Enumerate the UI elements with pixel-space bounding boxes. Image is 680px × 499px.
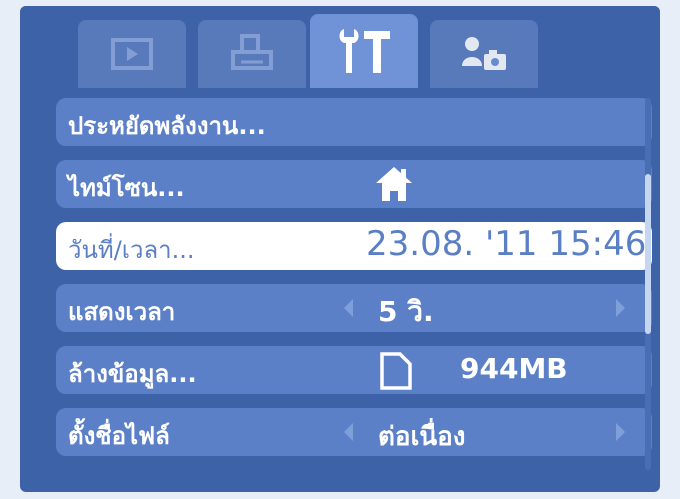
date-time-value: 23.08. '11 15:46 bbox=[366, 224, 647, 264]
playback-icon bbox=[110, 37, 154, 71]
menu-item-label: ไทม์โซน... bbox=[68, 174, 185, 202]
scrollbar-thumb[interactable] bbox=[645, 174, 651, 334]
memory-card-icon bbox=[378, 350, 414, 396]
menu-item-power-saving[interactable]: ประหยัดพลังงาน... bbox=[56, 98, 652, 146]
home-icon bbox=[374, 165, 414, 207]
menu-item-file-numbering[interactable]: ตั้งชื่อไฟล์ ต่อเนื่อง bbox=[56, 408, 652, 456]
menu-item-label: วันที่/เวลา... bbox=[68, 236, 195, 264]
camera-menu-screen: ประหยัดพลังงาน... ไทม์โซน... วันที่/เวลา… bbox=[20, 6, 660, 492]
menu-item-time-zone[interactable]: ไทม์โซน... bbox=[56, 160, 652, 208]
menu-item-label: ประหยัดพลังงาน... bbox=[68, 112, 266, 140]
menu-item-format[interactable]: ล้างข้อมูล... 944MB bbox=[56, 346, 652, 394]
card-capacity-value: 944MB bbox=[460, 352, 568, 385]
menu-item-label: ล้างข้อมูล... bbox=[68, 360, 197, 388]
arrow-left-icon[interactable] bbox=[344, 299, 353, 317]
menu-item-label: แสดงเวลา bbox=[68, 298, 176, 326]
menu-item-date-time[interactable]: วันที่/เวลา... 23.08. '11 15:46 bbox=[56, 222, 652, 270]
tab-playback[interactable] bbox=[78, 20, 186, 88]
my-camera-icon bbox=[459, 34, 509, 74]
file-numbering-value: ต่อเนื่อง bbox=[378, 422, 466, 452]
menu-item-label: ตั้งชื่อไฟล์ bbox=[68, 422, 170, 450]
print-icon bbox=[229, 34, 275, 74]
arrow-right-icon[interactable] bbox=[616, 423, 625, 441]
arrow-right-icon[interactable] bbox=[616, 299, 625, 317]
tab-my-camera[interactable] bbox=[430, 20, 538, 88]
display-time-value: 5 วิ. bbox=[378, 295, 434, 328]
tab-settings[interactable] bbox=[310, 14, 418, 88]
menu-scrollbar[interactable] bbox=[645, 98, 651, 470]
settings-tools-icon bbox=[334, 25, 394, 77]
menu-tab-bar bbox=[20, 6, 660, 88]
tab-print[interactable] bbox=[198, 20, 306, 88]
arrow-left-icon[interactable] bbox=[344, 423, 353, 441]
menu-item-display-time[interactable]: แสดงเวลา 5 วิ. bbox=[56, 284, 652, 332]
